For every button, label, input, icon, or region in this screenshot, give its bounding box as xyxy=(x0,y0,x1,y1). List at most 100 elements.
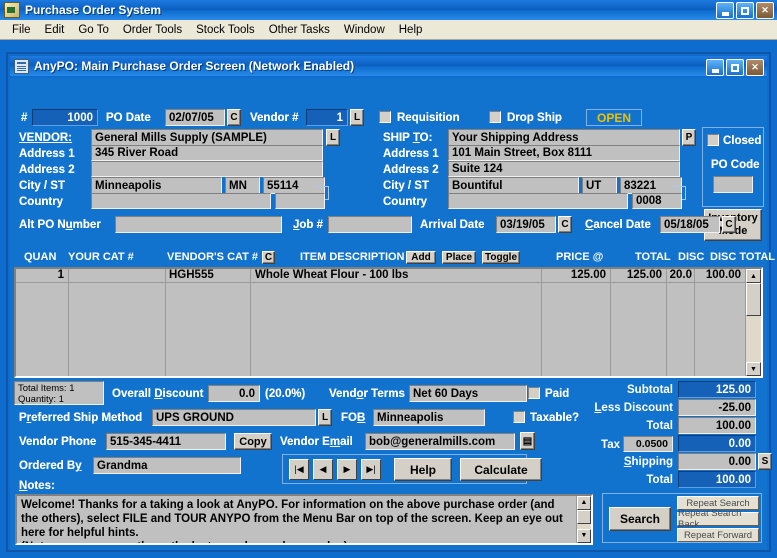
job-field[interactable] xyxy=(328,216,412,233)
minimize-icon[interactable] xyxy=(716,2,734,19)
menu-go-to[interactable]: Go To xyxy=(71,22,115,38)
shipto-country-field[interactable] xyxy=(448,193,628,209)
po-close-icon[interactable]: ✕ xyxy=(746,59,764,76)
notes-scroll-up-icon[interactable]: ▲ xyxy=(577,496,591,510)
vendor-phone-field[interactable]: 515-345-4411 xyxy=(106,433,226,450)
vendor-address1-field[interactable]: 345 River Road xyxy=(91,145,323,161)
ship-method-lookup-button[interactable]: L xyxy=(318,409,332,426)
notes-scroll-down-icon[interactable]: ▼ xyxy=(577,529,591,543)
menu-file[interactable]: File xyxy=(5,22,38,38)
notes-line-1: Welcome! Thanks for a taking a look at A… xyxy=(21,499,555,511)
po-code-field[interactable] xyxy=(713,176,753,193)
taxable-checkbox[interactable] xyxy=(513,411,525,423)
po-date-field[interactable]: 02/07/05 xyxy=(165,109,225,126)
vendor-email-field[interactable]: bob@generalmills.com xyxy=(365,433,515,450)
total-label: Total xyxy=(646,420,673,432)
menu-edit[interactable]: Edit xyxy=(38,22,72,38)
previous-record-button[interactable]: ◀ xyxy=(313,459,333,480)
line-items-grid[interactable]: 1 HGH555 Whole Wheat Flour - 100 lbs 125… xyxy=(14,267,763,378)
drop-ship-checkbox[interactable] xyxy=(489,111,501,123)
vendor-name-field[interactable]: General Mills Supply (SAMPLE) xyxy=(91,129,323,146)
notes-line-3: here for helpful hints. xyxy=(21,527,139,539)
menu-window[interactable]: Window xyxy=(337,22,392,38)
app-title: Purchase Order System xyxy=(25,3,162,17)
po-maximize-icon[interactable] xyxy=(726,59,744,76)
help-button[interactable]: Help xyxy=(394,458,452,481)
vendor-country-field[interactable] xyxy=(91,193,271,209)
menu-stock-tools[interactable]: Stock Tools xyxy=(189,22,262,38)
po-number-field[interactable]: 1000 xyxy=(32,109,98,126)
po-date-calendar-button[interactable]: C xyxy=(227,109,241,126)
first-record-button[interactable]: |◀ xyxy=(289,459,309,480)
search-button[interactable]: Search xyxy=(609,507,671,531)
catalog-button[interactable]: C xyxy=(262,251,275,264)
line-items-header: QUAN YOUR CAT # VENDOR'S CAT # ITEM DESC… xyxy=(10,251,775,267)
arrival-date-calendar-button[interactable]: C xyxy=(558,216,572,233)
vendor-address2-label: Address 2 xyxy=(19,164,75,176)
add-line-button[interactable]: Add xyxy=(406,251,436,264)
copy-phone-button[interactable]: Copy xyxy=(234,433,272,450)
ship-method-field[interactable]: UPS GROUND xyxy=(152,409,316,426)
shipto-city-field[interactable]: Bountiful xyxy=(448,177,579,194)
toggle-line-button[interactable]: Toggle xyxy=(482,251,520,264)
shipping-value[interactable]: 0.00 xyxy=(678,453,756,470)
vendor-country-code-field[interactable] xyxy=(275,193,325,209)
shipping-detail-button[interactable]: S xyxy=(758,453,772,470)
shipto-address2-field[interactable]: Suite 124 xyxy=(448,161,680,177)
requisition-checkbox[interactable] xyxy=(379,111,391,123)
closed-checkbox[interactable] xyxy=(707,134,719,146)
place-line-button[interactable]: Place xyxy=(442,251,476,264)
vendor-terms-field[interactable]: Net 60 Days xyxy=(409,385,527,402)
notes-scrollbar[interactable]: ▲ ▼ xyxy=(576,496,591,543)
shipto-state-field[interactable]: UT xyxy=(582,177,617,194)
po-minimize-icon[interactable] xyxy=(706,59,724,76)
close-icon[interactable]: ✕ xyxy=(756,2,774,19)
tax-rate-field[interactable]: 0.0500 xyxy=(623,436,673,452)
menu-help[interactable]: Help xyxy=(392,22,430,38)
calculate-button[interactable]: Calculate xyxy=(460,458,542,481)
vendor-address2-field[interactable] xyxy=(91,161,323,177)
alt-po-field[interactable] xyxy=(115,216,282,233)
cancel-date-field[interactable]: 05/18/05 xyxy=(660,216,720,233)
repeat-forward-button[interactable]: Repeat Forward xyxy=(677,528,759,542)
col-total: TOTAL xyxy=(635,251,671,263)
menu-other-tasks[interactable]: Other Tasks xyxy=(262,22,337,38)
last-record-button[interactable]: ▶| xyxy=(361,459,381,480)
overall-discount-field[interactable]: 0.0 xyxy=(208,385,260,402)
shipto-name-field[interactable]: Your Shipping Address xyxy=(448,129,680,146)
vendor-label: VENDOR: xyxy=(19,132,73,144)
notes-scroll-thumb[interactable] xyxy=(577,510,591,524)
shipto-country-code-field[interactable]: 0008 xyxy=(632,193,682,209)
menu-order-tools[interactable]: Order Tools xyxy=(116,22,189,38)
notes-line-4: (Note: you are currently on the last sam… xyxy=(21,540,587,543)
cancel-date-calendar-button[interactable]: C xyxy=(722,216,736,233)
app-logo-icon xyxy=(4,2,20,18)
arrival-date-field[interactable]: 03/19/05 xyxy=(496,216,556,233)
grid-scrollbar[interactable]: ▲ ▼ xyxy=(745,269,761,376)
scroll-thumb[interactable] xyxy=(746,283,761,316)
shipto-country-label: Country xyxy=(383,196,428,208)
email-document-icon[interactable]: ▤ xyxy=(520,432,535,450)
vendor-lookup-button[interactable]: L xyxy=(350,109,364,126)
repeat-search-back-button[interactable]: Repeat Search Back xyxy=(677,508,759,530)
ordered-by-field[interactable]: Grandma xyxy=(93,457,241,474)
shipto-address2-label: Address 2 xyxy=(383,164,439,176)
fob-field[interactable]: Minneapolis xyxy=(373,409,485,426)
shipto-address1-field[interactable]: 101 Main Street, Box 8111 xyxy=(448,145,680,161)
scroll-down-icon[interactable]: ▼ xyxy=(746,362,761,376)
cell-disc: 20.0 xyxy=(669,269,692,281)
scroll-up-icon[interactable]: ▲ xyxy=(746,269,761,283)
vendor-name-lookup-button[interactable]: L xyxy=(326,129,340,146)
paid-checkbox[interactable] xyxy=(528,387,540,399)
vendor-city-field[interactable]: Minneapolis xyxy=(91,177,222,194)
col-price: PRICE @ xyxy=(556,251,604,263)
vendor-number-field[interactable]: 1 xyxy=(306,109,348,126)
shipto-pick-button[interactable]: P xyxy=(682,129,696,146)
notes-label: Notes: xyxy=(19,480,55,492)
table-row[interactable]: 1 HGH555 Whole Wheat Flour - 100 lbs 125… xyxy=(16,269,761,283)
notes-box[interactable]: Welcome! Thanks for a taking a look at A… xyxy=(15,494,593,545)
next-record-button[interactable]: ▶ xyxy=(337,459,357,480)
vendor-state-field[interactable]: MN xyxy=(225,177,260,194)
maximize-icon[interactable] xyxy=(736,2,754,19)
po-status-group: Closed PO Code xyxy=(702,127,764,207)
